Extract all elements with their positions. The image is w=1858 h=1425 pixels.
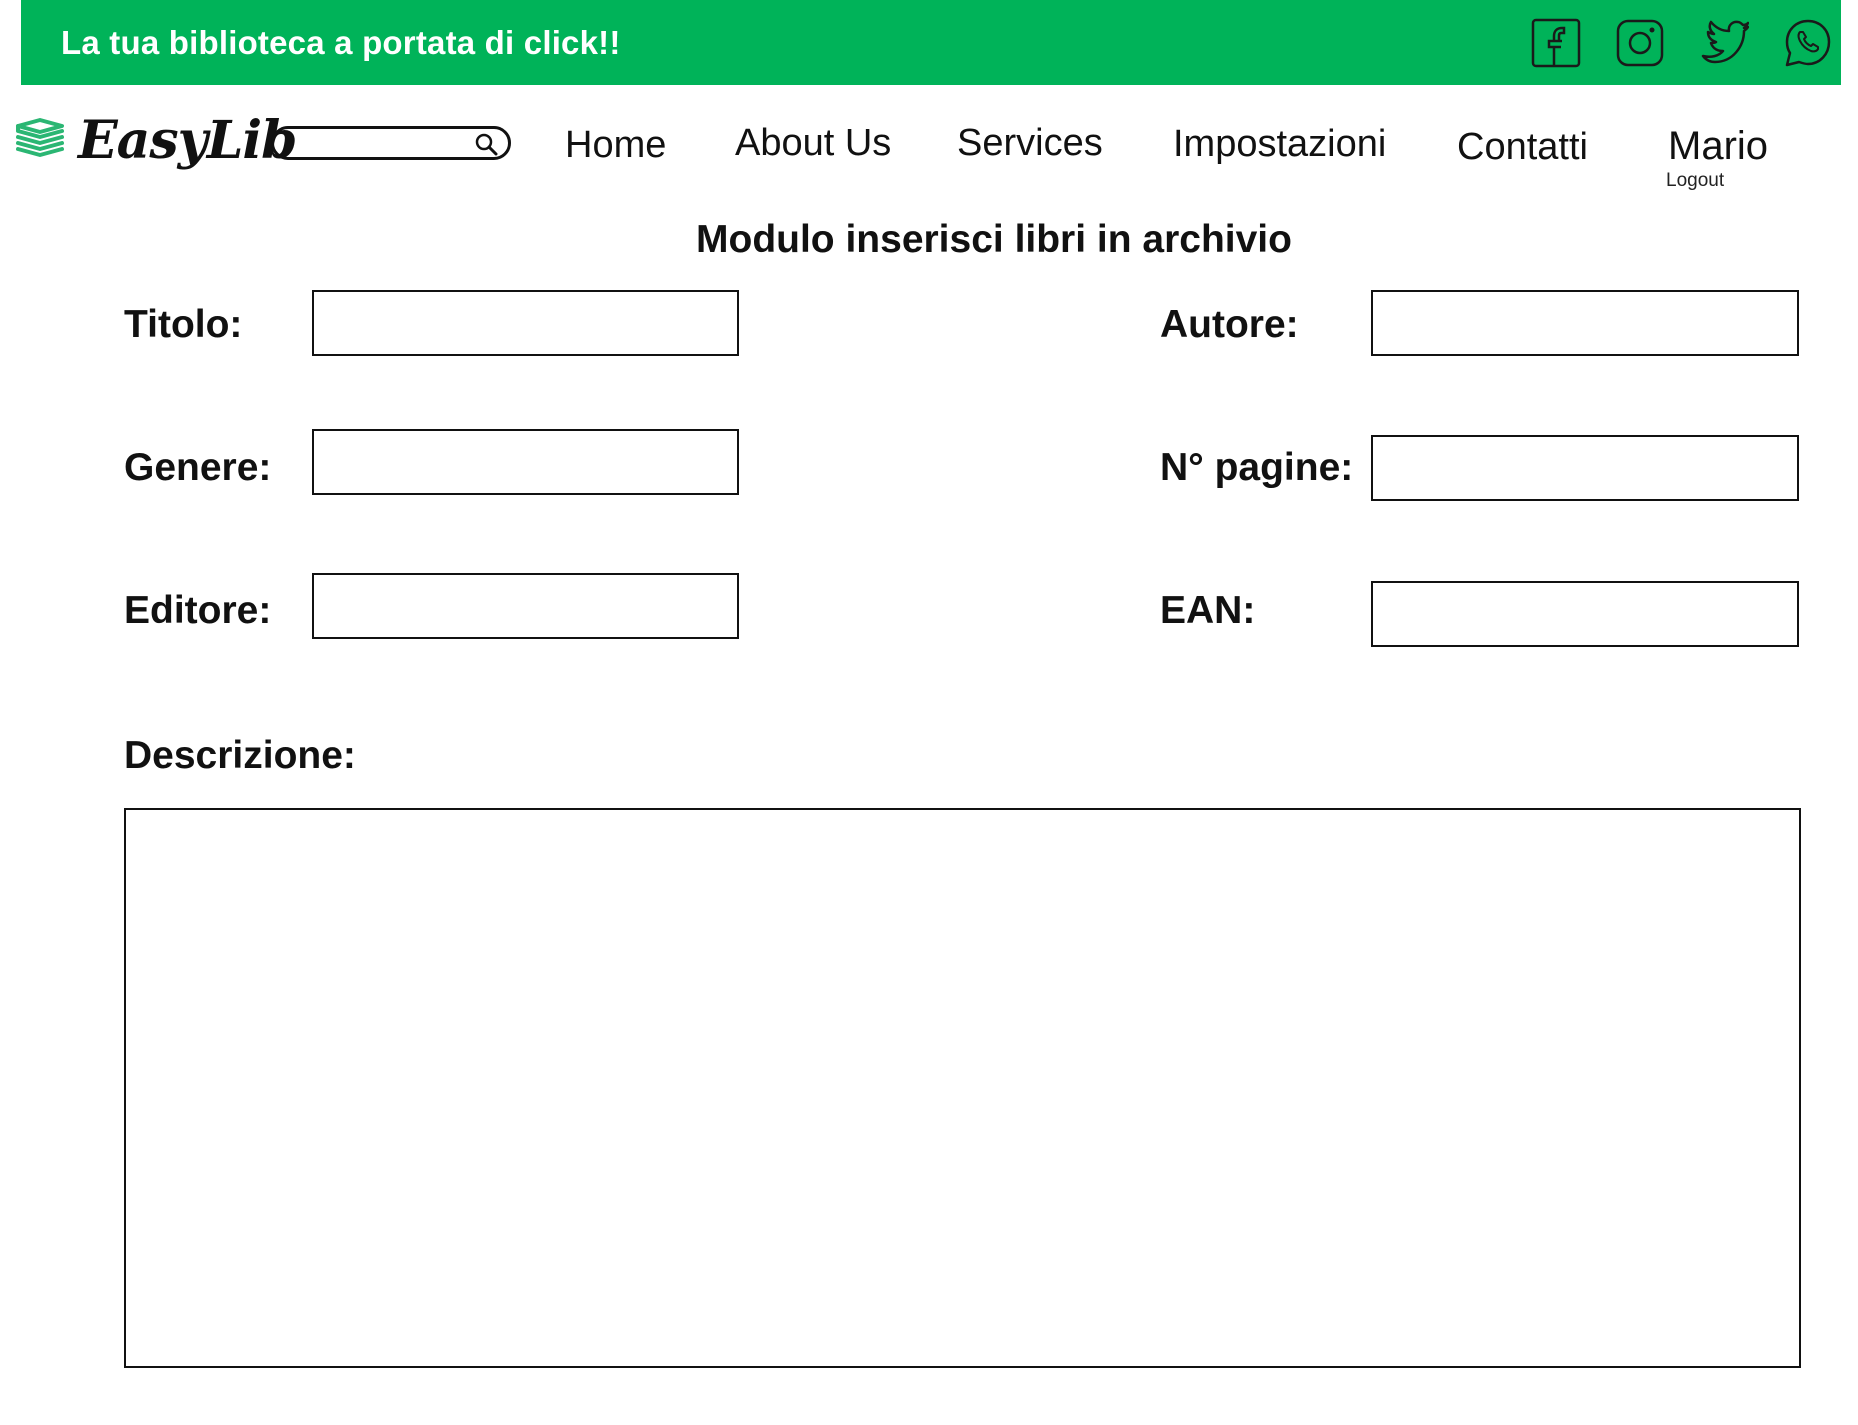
titolo-input[interactable] xyxy=(312,290,739,356)
form-title: Modulo inserisci libri in archivio xyxy=(696,218,1292,261)
descrizione-textarea[interactable] xyxy=(124,808,1801,1368)
genere-label: Genere: xyxy=(124,446,272,489)
ean-input[interactable] xyxy=(1371,581,1799,647)
genere-input[interactable] xyxy=(312,429,739,495)
facebook-icon[interactable] xyxy=(1531,18,1581,68)
nav-contatti[interactable]: Contatti xyxy=(1457,126,1588,169)
brand-name: EasyLib xyxy=(78,110,297,171)
whatsapp-icon[interactable] xyxy=(1783,18,1833,68)
logout-link[interactable]: Logout xyxy=(1666,170,1724,192)
editore-label: Editore: xyxy=(124,589,272,632)
ean-label: EAN: xyxy=(1160,589,1256,632)
top-banner: La tua biblioteca a portata di click!! xyxy=(21,0,1841,85)
nav-impostazioni[interactable]: Impostazioni xyxy=(1173,123,1386,166)
pagine-input[interactable] xyxy=(1371,435,1799,501)
titolo-label: Titolo: xyxy=(124,303,243,346)
autore-input[interactable] xyxy=(1371,290,1799,356)
twitter-icon[interactable] xyxy=(1699,18,1750,68)
editore-input[interactable] xyxy=(312,573,739,639)
nav-home[interactable]: Home xyxy=(565,124,666,167)
user-name[interactable]: Mario xyxy=(1668,124,1768,169)
descrizione-label: Descrizione: xyxy=(124,734,356,777)
search-input[interactable] xyxy=(288,131,472,157)
nav-about-us[interactable]: About Us xyxy=(735,122,891,165)
tagline: La tua biblioteca a portata di click!! xyxy=(61,24,621,61)
books-stack-icon xyxy=(16,118,64,157)
nav-services[interactable]: Services xyxy=(957,122,1103,165)
pagine-label: N° pagine: xyxy=(1160,446,1354,489)
autore-label: Autore: xyxy=(1160,303,1299,346)
search-box[interactable] xyxy=(271,126,511,160)
instagram-icon[interactable] xyxy=(1615,18,1665,68)
search-icon[interactable] xyxy=(474,132,498,156)
